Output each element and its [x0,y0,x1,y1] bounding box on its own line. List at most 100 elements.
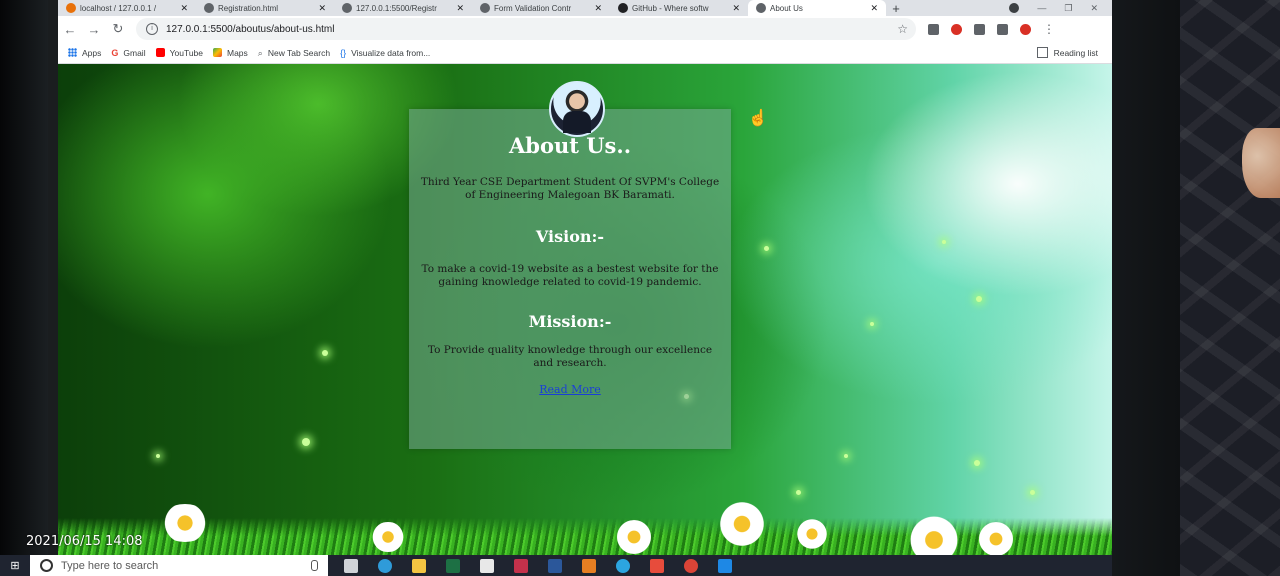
sparkle-decoration [844,454,848,458]
word-icon[interactable] [548,558,562,573]
sparkle-decoration [974,460,980,466]
store-icon[interactable] [480,558,494,573]
task-view-icon[interactable] [344,558,358,573]
google-icon: G [111,48,119,58]
mission-heading: Mission:- [528,312,612,331]
bookmarks-bar: Apps G Gmail YouTube Maps ⌕ New Tab Sear… [58,42,1112,64]
reading-list-button[interactable]: Reading list [1036,47,1098,58]
address-bar[interactable]: i 127.0.0.1:5500/aboutus/about-us.html ☆ [136,18,916,40]
search-icon: ⌕ [257,48,263,58]
bookmark-maps[interactable]: Maps [213,48,248,58]
close-icon[interactable]: ✕ [456,3,464,14]
microphone-icon[interactable] [311,560,318,571]
reload-icon[interactable]: ↻ [106,21,130,37]
device-bezel-left [0,0,48,576]
edge-icon[interactable] [378,558,392,573]
close-icon[interactable]: ✕ [180,3,188,14]
read-more-link[interactable]: Read More [539,383,601,396]
avatar-suit [563,111,591,133]
tab-github[interactable]: GitHub - Where softw ✕ [610,0,748,16]
photo-timestamp: 2021/06/15 14:08 [26,534,143,549]
extension-icon[interactable] [928,23,939,35]
tab-favicon-icon [66,3,76,13]
new-tab-button[interactable]: + [886,1,906,16]
site-info-icon[interactable]: i [146,23,158,35]
sparkle-decoration [976,296,982,302]
extension-icon[interactable] [951,23,962,35]
sparkle-decoration [322,350,328,356]
profile-icon[interactable] [1009,3,1020,13]
forward-icon[interactable]: → [82,22,106,37]
vision-text: To make a covid-19 website as a bestest … [421,263,719,288]
sparkle-decoration [1030,490,1035,495]
menu-icon[interactable]: ⋮ [1043,22,1055,36]
intro-text: Third Year CSE Department Student Of SVP… [420,176,720,201]
tab-registration[interactable]: Registration.html ✕ [196,0,334,16]
bookmark-star-icon[interactable]: ☆ [897,22,908,36]
about-us-card: About Us.. Third Year CSE Department Stu… [409,109,731,449]
vision-heading: Vision:- [535,227,605,246]
globe-icon [756,3,766,13]
excel-icon[interactable] [446,558,460,573]
windows-taskbar: ⊞ Type here to search [0,555,1112,576]
globe-icon [204,3,214,13]
taskbar-apps [344,558,732,573]
bookmark-label: Apps [82,47,102,58]
tab-registr-local[interactable]: 127.0.0.1:5500/Registr ✕ [334,0,472,16]
close-icon[interactable]: ✕ [594,3,602,14]
vscode-icon[interactable] [718,558,732,573]
reading-list-icon [1036,47,1048,58]
chrome-icon[interactable] [684,558,698,573]
search-icon [40,559,53,572]
bookmark-apps[interactable]: Apps [68,48,101,58]
tab-about-us[interactable]: About Us ✕ [748,0,886,16]
bookmark-youtube[interactable]: YouTube [155,47,203,58]
daisy-decoration [904,516,964,558]
window-controls: — ❐ ✕ [1009,3,1112,14]
app-icon[interactable] [650,558,664,573]
bookmark-gmail[interactable]: G Gmail [111,48,145,59]
telegram-icon[interactable] [616,558,630,573]
bookmark-visualize-data[interactable]: {} Visualize data from... [340,47,431,59]
app-icon[interactable] [582,558,596,573]
puzzle-icon[interactable] [997,23,1008,35]
tab-label: About Us [770,3,803,13]
close-icon[interactable]: ✕ [870,3,878,14]
taskbar-search-placeholder: Type here to search [61,559,159,572]
tab-strip: localhost / 127.0.0.1 / ✕ Registration.h… [58,0,1112,16]
sparkle-decoration [302,438,310,446]
bookmark-new-tab-search[interactable]: ⌕ New Tab Search [257,48,330,59]
apps-grid-icon [68,48,77,57]
tab-label: Registration.html [218,3,279,13]
taskbar-search-input[interactable]: Type here to search [30,555,328,576]
extension-icon[interactable] [974,23,985,35]
avatar-icon[interactable] [1020,23,1031,35]
sparkle-decoration [796,490,801,495]
globe-icon [342,3,352,13]
back-icon[interactable]: ← [58,22,82,37]
url-text[interactable]: 127.0.0.1:5500/aboutus/about-us.html [166,24,334,35]
close-icon[interactable]: ✕ [318,3,326,14]
maps-icon [213,48,222,57]
bookmark-label: Visualize data from... [351,47,431,58]
tab-label: Form Validation Contr [494,3,572,13]
reading-list-label: Reading list [1053,47,1098,58]
maximize-icon[interactable]: ❐ [1064,3,1072,14]
file-explorer-icon[interactable] [412,558,426,573]
flower-decoration [1242,128,1280,198]
tab-phpmyadmin[interactable]: localhost / 127.0.0.1 / ✕ [58,0,196,16]
close-icon[interactable]: ✕ [732,3,740,14]
bookmark-label: YouTube [169,47,203,58]
globe-icon [480,3,490,13]
window-close-icon[interactable]: ✕ [1090,3,1098,14]
page-title: About Us.. [508,133,632,158]
daisy-decoration [714,502,770,546]
access-icon[interactable] [514,558,528,573]
daisy-decoration [974,522,1018,556]
tab-form-validation[interactable]: Form Validation Contr ✕ [472,0,610,16]
daisy-decoration [794,518,830,550]
hand-cursor-icon: ☝ [748,110,768,127]
sparkle-decoration [764,246,769,251]
minimize-icon[interactable]: — [1037,3,1046,13]
windows-start-icon[interactable]: ⊞ [0,559,30,572]
